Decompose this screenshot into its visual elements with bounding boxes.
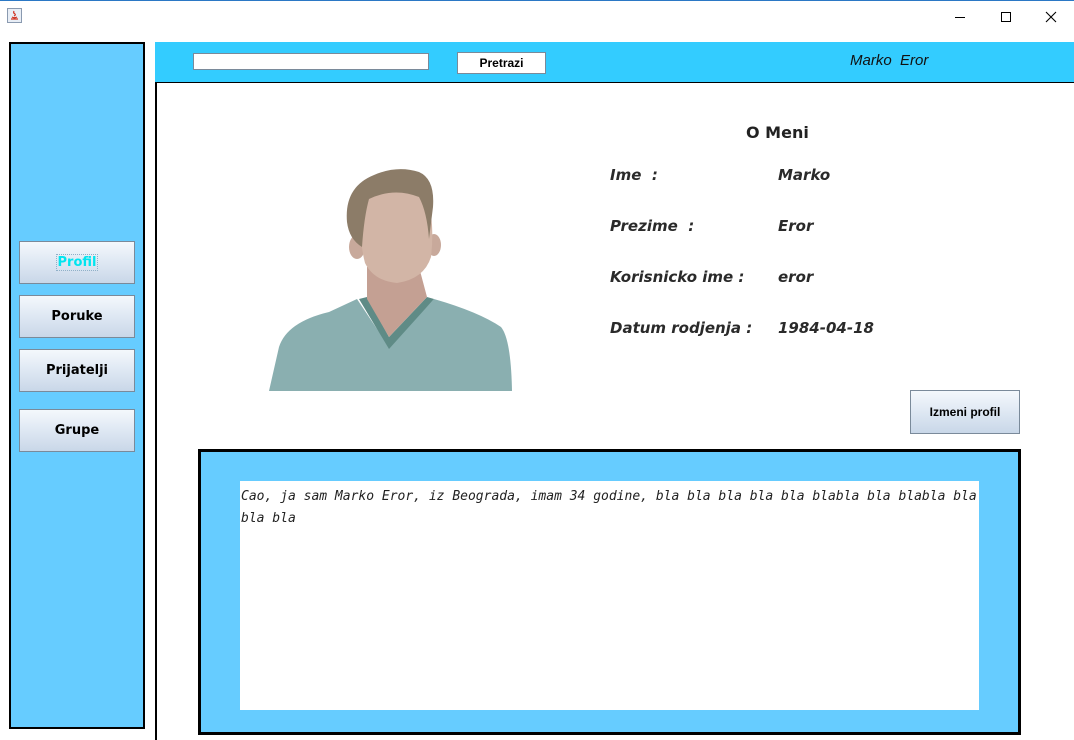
username-label: Korisnicko ime : — [610, 268, 745, 286]
first-name-label: Ime : — [610, 166, 658, 184]
minimize-icon — [955, 16, 965, 18]
sidebar: Profil Poruke Prijatelji Grupe — [9, 42, 145, 729]
profile-avatar-image — [269, 169, 512, 391]
sidebar-item-prijatelji[interactable]: Prijatelji — [19, 349, 135, 392]
about-me-title: O Meni — [746, 123, 809, 142]
first-name-value: Marko — [778, 166, 831, 184]
maximize-button[interactable] — [983, 1, 1029, 32]
search-input[interactable] — [193, 53, 429, 70]
sidebar-item-label: Prijatelji — [45, 363, 109, 378]
edit-profile-button[interactable]: Izmeni profil — [910, 390, 1020, 434]
last-name-value: Eror — [778, 217, 814, 235]
sidebar-item-grupe[interactable]: Grupe — [19, 409, 135, 452]
close-icon — [1045, 11, 1057, 22]
bio-panel: Cao, ja sam Marko Eror, iz Beograda, ima… — [198, 449, 1021, 735]
java-app-icon — [7, 8, 22, 23]
bio-text-area[interactable]: Cao, ja sam Marko Eror, iz Beograda, ima… — [240, 481, 979, 710]
window-titlebar — [0, 0, 1074, 31]
current-user-name: Marko Eror — [850, 52, 929, 69]
username-value: eror — [778, 268, 814, 286]
sidebar-item-label: Profil — [55, 254, 99, 271]
search-button[interactable]: Pretrazi — [457, 52, 546, 74]
sidebar-item-label: Poruke — [51, 309, 103, 324]
birth-date-label: Datum rodjenja : — [610, 319, 753, 337]
last-name-label: Prezime : — [610, 217, 695, 235]
top-search-bar: Pretrazi Marko Eror — [155, 42, 1074, 82]
close-button[interactable] — [1028, 1, 1074, 32]
sidebar-item-label: Grupe — [54, 423, 100, 438]
profile-panel: O Meni Ime : Marko Prezime : Eror Korisn… — [155, 82, 1074, 740]
sidebar-item-poruke[interactable]: Poruke — [19, 295, 135, 338]
birth-date-value: 1984-04-18 — [778, 319, 874, 337]
sidebar-item-profil[interactable]: Profil — [19, 241, 135, 284]
minimize-button[interactable] — [937, 1, 983, 32]
maximize-icon — [1001, 11, 1011, 22]
